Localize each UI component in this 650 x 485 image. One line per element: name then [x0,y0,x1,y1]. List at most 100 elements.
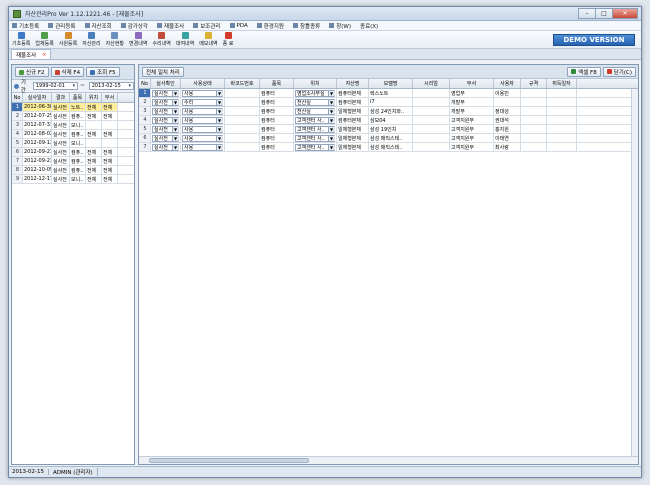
column-header[interactable]: 품목 [260,79,294,88]
menu-item[interactable]: PDA [229,23,248,29]
chevron-down-icon[interactable]: ▼ [328,144,334,150]
usage-status-select[interactable]: 사용 ▼ [182,107,223,115]
scroll-thumb[interactable] [149,458,309,463]
horizontal-scrollbar[interactable] [139,456,638,464]
survey-status-select[interactable]: 실사전 ▼ [152,143,179,151]
column-header[interactable]: 실사확인 [151,79,181,88]
table-row[interactable]: 1 실사전 ▼ 사용 ▼ 컴퓨터 영업소사무실 ▼ 컴퓨터본체 렉스노트 영업부 이용민 [139,89,638,98]
menu-item[interactable]: 기초등록 [12,22,39,30]
table-row[interactable]: 4 실사전 ▼ 사용 ▼ 컴퓨터 고객센터 사.. ▼ 컴퓨터본체 삼보04 고객지원부 권대석 [139,116,638,125]
table-row[interactable]: 9 2012-12-17 실사전 모니.. 전체 전체 [12,175,134,184]
menu-item[interactable]: 환경지원 [256,22,284,30]
column-header[interactable]: 위치 [294,79,337,88]
tab-close-icon[interactable]: × [42,52,46,58]
usage-status-select[interactable]: 사용 ▼ [182,125,223,133]
column-header[interactable]: 자산명 [337,79,369,88]
vertical-scrollbar[interactable] [631,89,638,456]
table-row[interactable]: 3 2012-07-31 실사전 모니.. [12,121,134,130]
column-header[interactable]: 부서 [450,79,494,88]
table-row[interactable]: 6 2012-09-21 실사전 컴퓨.. 전체 전체 [12,148,134,157]
survey-status-select[interactable]: 실사전 ▼ [152,98,179,106]
usage-status-select[interactable]: 사용 ▼ [182,134,223,142]
column-header[interactable]: 위치 [86,93,102,102]
chevron-down-icon[interactable]: ▼ [216,126,222,132]
column-header[interactable]: 규격 [521,79,547,88]
menu-item[interactable]: 재물조사 [157,22,184,30]
new-button[interactable]: 신규 F2 [15,67,49,77]
usage-status-select[interactable]: 사용 ▼ [182,89,223,97]
chevron-down-icon[interactable]: ▼ [172,108,178,114]
menu-item[interactable]: 창틀종류 [292,22,320,30]
title-bar[interactable]: 자산관리Pro Ver 1.12.1221.46 - [재물조사] – □ ✕ [9,7,641,21]
survey-status-select[interactable]: 실사전 ▼ [152,134,179,142]
excel-export-button[interactable]: 엑셀 F8 [567,66,601,77]
table-row[interactable]: 2 2012-07-25 실사전 컴퓨.. 전체 전체 [12,112,134,121]
table-row[interactable]: 8 2012-10-05 실사전 컴퓨.. 전체 전체 [12,166,134,175]
chevron-down-icon[interactable]: ▼ [216,117,222,123]
survey-status-select[interactable]: 실사전 ▼ [152,125,179,133]
location-select[interactable]: 영업소사무실 ▼ [295,89,335,97]
search-button[interactable]: 조회 F5 [86,67,120,77]
location-select[interactable]: 고객센터 사.. ▼ [295,125,335,133]
chevron-down-icon[interactable]: ▼ [216,135,222,141]
column-header[interactable]: 바코드번호 [225,79,260,88]
column-header[interactable]: 모델명 [369,79,413,88]
location-select[interactable]: 전산실 ▼ [295,98,335,106]
location-select[interactable]: 고객센터 사.. ▼ [295,143,335,151]
chevron-down-icon[interactable]: ▼ [328,99,334,105]
column-header[interactable]: 실사일자 [23,93,52,102]
toolbar-button[interactable]: 수리내역 [152,32,171,47]
survey-status-select[interactable]: 실사전 ▼ [152,116,179,124]
chevron-down-icon[interactable]: ▼ [328,117,334,123]
menu-item[interactable]: 감가상각 [120,22,148,30]
usage-status-select[interactable]: 수리 ▼ [182,98,223,106]
minimize-button[interactable]: – [578,7,596,19]
batch-match-button[interactable]: 전체 일치 처리 [142,66,184,77]
close-window-button[interactable]: ✕ [612,7,638,19]
toolbar-button[interactable]: 업체등록 [35,32,54,47]
calendar-dropdown-icon[interactable]: ▾ [128,83,131,89]
table-row[interactable]: 2 실사전 ▼ 수리 ▼ 컴퓨터 전산실 ▼ 컴퓨터본체 i7 개발부 [139,98,638,107]
column-header[interactable]: 시리얼 [413,79,450,88]
calendar-dropdown-icon[interactable]: ▾ [73,83,76,89]
location-select[interactable]: 고객센터 사.. ▼ [295,116,335,124]
column-header[interactable]: 부서 [102,93,118,102]
usage-status-select[interactable]: 사용 ▼ [182,116,223,124]
chevron-down-icon[interactable]: ▼ [328,126,334,132]
survey-status-select[interactable]: 실사전 ▼ [152,107,179,115]
toolbar-button[interactable]: 메모내역 [199,32,218,47]
chevron-down-icon[interactable]: ▼ [216,90,222,96]
chevron-down-icon[interactable]: ▼ [216,108,222,114]
usage-status-select[interactable]: 사용 ▼ [182,143,223,151]
menu-item[interactable]: 창(W) [329,22,351,30]
survey-status-select[interactable]: 실사전 ▼ [152,89,179,97]
toolbar-button[interactable]: 변경내역 [129,32,147,47]
toolbar-button[interactable]: 대여내역 [176,32,194,47]
chevron-down-icon[interactable]: ▼ [328,90,334,96]
chevron-down-icon[interactable]: ▼ [172,144,178,150]
chevron-down-icon[interactable]: ▼ [172,117,178,123]
table-row[interactable]: 5 실사전 ▼ 사용 ▼ 컴퓨터 고객센터 사.. ▼ 일체형본체 삼성 19인치 고객지원부 홍지원 [139,125,638,134]
maximize-button[interactable]: □ [595,7,613,19]
tab-inventory-check[interactable]: 재물조사 × [11,49,52,59]
menu-item[interactable]: 관리등록 [48,22,76,30]
toolbar-button[interactable]: 자산현황 [106,32,124,47]
chevron-down-icon[interactable]: ▼ [216,144,222,150]
column-header[interactable]: No [12,93,23,102]
chevron-down-icon[interactable]: ▼ [216,99,222,105]
menu-item[interactable]: 종료(X) [360,22,378,30]
chevron-down-icon[interactable]: ▼ [172,135,178,141]
toolbar-button[interactable]: 사원등록 [59,32,77,47]
date-from-picker[interactable]: 1999-02-01 ▾ [32,82,79,90]
chevron-down-icon[interactable]: ▼ [328,135,334,141]
column-header[interactable]: 취득일자 [547,79,577,88]
table-row[interactable]: 6 실사전 ▼ 사용 ▼ 컴퓨터 고객센터 사.. ▼ 일체형본체 삼성 매직스테.. 고객지원부 이… [139,134,638,143]
table-row[interactable]: 4 2012-08-02 실사전 컴퓨.. 전체 전체 [12,130,134,139]
date-to-picker[interactable]: 2013-02-15 ▾ [88,82,134,90]
location-select[interactable]: 전산실 ▼ [295,107,335,115]
column-header[interactable]: 사용상태 [181,79,225,88]
table-row[interactable]: 3 실사전 ▼ 사용 ▼ 컴퓨터 전산실 ▼ 일체형본체 삼성 24인치와.. 개발부 정대성 [139,107,638,116]
menu-item[interactable]: 자산조회 [84,22,112,30]
chevron-down-icon[interactable]: ▼ [172,90,178,96]
toolbar-button[interactable]: 자산관리 [82,32,101,47]
